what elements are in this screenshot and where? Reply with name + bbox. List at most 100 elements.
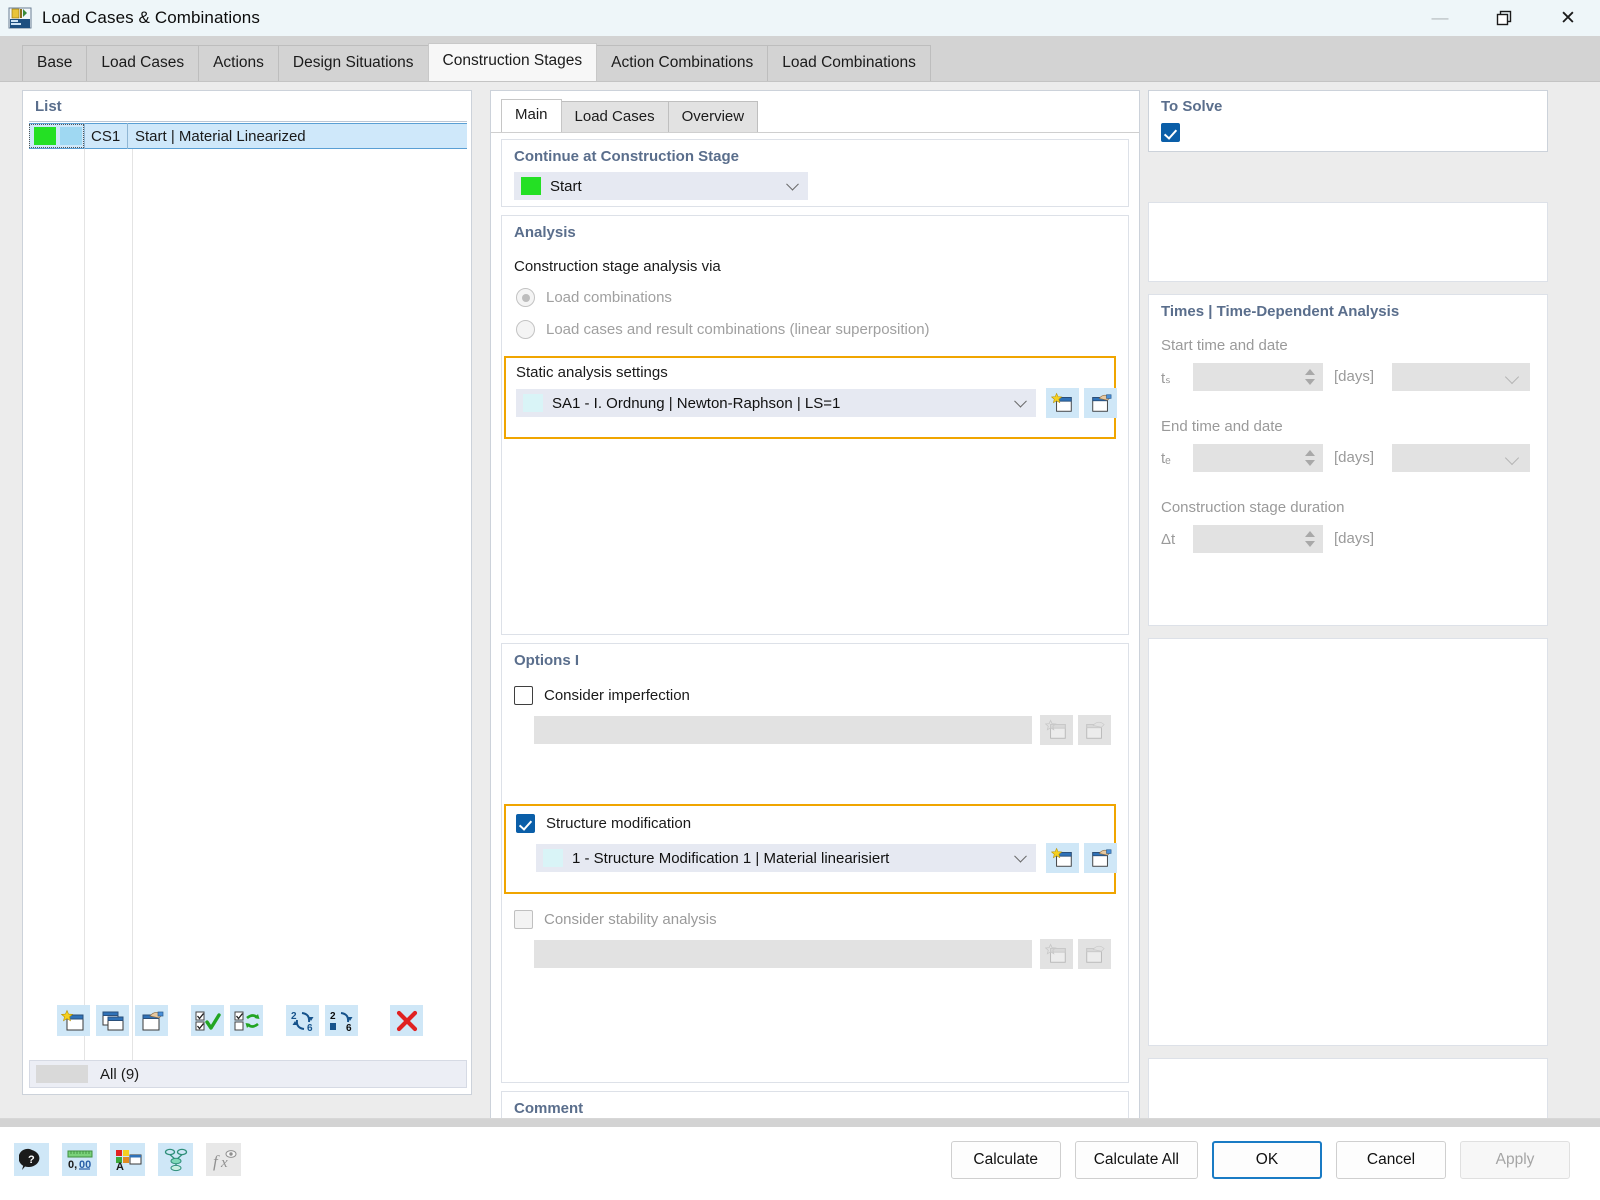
row-color-swatches[interactable] [29,124,84,148]
consider-stability-label: Consider stability analysis [544,911,717,928]
client-area: List CS1 Start | Material Linearized 2 6… [0,82,1600,1168]
colors-icon[interactable]: A [110,1143,145,1176]
radio-load-combinations[interactable]: Load combinations [516,288,672,307]
svg-text:0,: 0, [68,1159,77,1171]
edit-imperfection-icon [1078,715,1111,745]
svg-text:?: ? [28,1154,35,1166]
right-empty-panel-top [1148,202,1548,282]
chevron-down-icon [786,177,799,191]
help-icon[interactable]: ? [14,1143,49,1176]
main-content-panel: Main Load Cases Overview Continue at Con… [490,90,1140,1168]
svg-text:x: x [220,1155,228,1171]
table-row[interactable]: CS1 Start | Material Linearized [29,123,467,149]
start-time-label: Start time and date [1161,337,1288,354]
continue-stage-title: Continue at Construction Stage [514,148,739,165]
continue-stage-combo[interactable]: Start [514,172,808,200]
bottom-bar: ? 0, 00 A f x Calculate Calculate All OK… [0,1118,1600,1200]
title-bar: Load Cases & Combinations — ✕ [0,0,1600,36]
structure-modification-value: 1 - Structure Modification 1 | Material … [572,849,890,867]
filter-icon[interactable] [158,1143,193,1176]
ok-button[interactable]: OK [1212,1141,1322,1179]
tab-design-situations[interactable]: Design Situations [277,45,429,81]
inner-tabs-divider [491,132,1139,133]
structure-modification-checkbox[interactable] [516,814,535,833]
to-solve-checkbox[interactable] [1161,123,1180,142]
tab-overview[interactable]: Overview [667,101,759,132]
consider-imperfection-row[interactable]: Consider imperfection [514,686,690,705]
radio-load-cases-result-combinations-label: Load cases and result combinations (line… [546,321,930,338]
select-all-icon[interactable] [191,1005,224,1036]
right-empty-panel-middle [1148,638,1548,1046]
duration-label: Construction stage duration [1161,499,1345,516]
new-structure-modification-icon[interactable] [1046,843,1079,873]
radio-load-combinations-label: Load combinations [546,289,672,306]
stage-color-swatch [34,127,56,145]
row-name: Start | Material Linearized [135,127,306,145]
edit-static-analysis-icon[interactable] [1084,388,1117,418]
minimize-button[interactable]: — [1408,0,1472,36]
new-static-analysis-icon[interactable] [1046,388,1079,418]
static-analysis-label: Static analysis settings [516,364,668,381]
status-bar-icons: ? 0, 00 A f x [14,1143,241,1176]
tab-load-combinations[interactable]: Load Combinations [767,45,931,81]
copy-icon[interactable] [96,1005,129,1036]
list-column-line [84,149,85,1077]
duration-symbol: Δt [1161,531,1176,548]
static-analysis-swatch [523,394,543,412]
delete-icon[interactable] [390,1005,423,1036]
structure-modification-combo[interactable]: 1 - Structure Modification 1 | Material … [536,844,1036,872]
times-title: Times | Time-Dependent Analysis [1161,303,1400,320]
radio-icon[interactable] [516,288,535,307]
edit-structure-modification-icon[interactable] [1084,843,1117,873]
list-panel: List CS1 Start | Material Linearized 2 6… [22,90,472,1095]
restore-button[interactable] [1472,0,1536,36]
to-solve-checkbox-wrap[interactable] [1161,123,1180,142]
invert-selection-icon[interactable] [230,1005,263,1036]
continue-stage-group: Continue at Construction Stage Start [501,139,1129,207]
tab-main[interactable]: Main [501,99,562,132]
list-header-divider [29,121,467,122]
options-i-title: Options I [514,652,579,669]
tab-load-cases-inner[interactable]: Load Cases [560,101,669,132]
analysis-title: Analysis [514,224,576,241]
close-button[interactable]: ✕ [1536,0,1600,36]
svg-text:2: 2 [330,1011,336,1022]
renumber-sequential-icon[interactable]: 2 6 [325,1005,358,1036]
inner-tabs: Main Load Cases Overview [501,99,759,132]
analysis-subtitle: Construction stage analysis via [514,258,721,275]
tab-load-cases[interactable]: Load Cases [86,45,200,81]
edit-stability-icon [1078,939,1111,969]
end-date-combo [1392,444,1530,472]
list-toolbar: 2 6 2 6 [57,1005,423,1036]
tab-action-combinations[interactable]: Action Combinations [596,45,769,81]
structure-modification-row[interactable]: Structure modification [516,814,691,833]
tab-base[interactable]: Base [22,45,88,81]
new-icon[interactable] [57,1005,90,1036]
svg-text:6: 6 [307,1023,313,1033]
calculate-all-button[interactable]: Calculate All [1074,1141,1198,1179]
static-analysis-combo[interactable]: SA1 - I. Ordnung | Newton-Raphson | LS=1 [516,389,1036,417]
end-time-input [1193,444,1323,472]
duration-unit: [days] [1334,530,1375,547]
consider-imperfection-label: Consider imperfection [544,687,690,704]
end-time-symbol: tₑ [1161,450,1171,467]
decimal-places-icon[interactable]: 0, 00 [62,1143,97,1176]
svg-text:f: f [213,1152,220,1171]
list-footer-label: All (9) [100,1065,140,1083]
static-analysis-highlight: Static analysis settings SA1 - I. Ordnun… [504,356,1117,439]
continue-stage-swatch [521,177,541,195]
to-solve-label: To Solve [1161,98,1223,115]
to-solve-panel: To Solve [1148,90,1548,152]
radio-load-cases-result-combinations[interactable]: Load cases and result combinations (line… [516,320,930,339]
tab-construction-stages[interactable]: Construction Stages [427,43,598,81]
tab-actions[interactable]: Actions [198,45,279,81]
stage-secondary-swatch [60,127,82,145]
edit-icon[interactable] [135,1005,168,1036]
radio-icon[interactable] [516,320,535,339]
calculate-button[interactable]: Calculate [950,1141,1061,1179]
svg-text:A: A [116,1161,124,1172]
cancel-button[interactable]: Cancel [1336,1141,1446,1179]
end-time-label: End time and date [1161,418,1283,435]
renumber-icon[interactable]: 2 6 [286,1005,319,1036]
consider-imperfection-checkbox[interactable] [514,686,533,705]
